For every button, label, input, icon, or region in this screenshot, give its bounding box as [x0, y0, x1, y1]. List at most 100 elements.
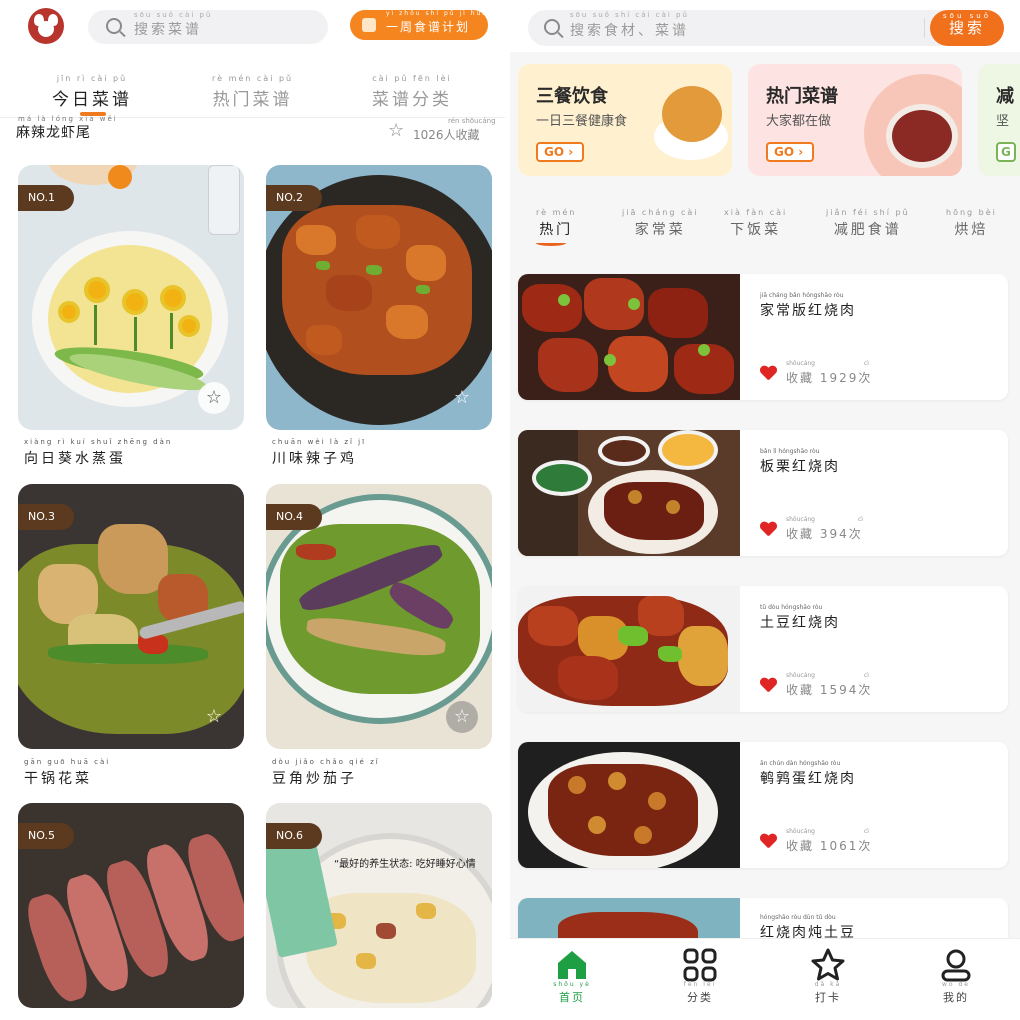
tab-label: 家常菜 — [634, 222, 686, 238]
tab-diet[interactable]: jiǎn féi shí pǔ 减肥食谱 — [826, 208, 910, 239]
tab-pinyin: cài pǔ fēn lèi — [372, 74, 452, 83]
previous-item-row[interactable]: má là lóng xiā wěi 麻辣龙虾尾 ☆ rén shōucáng … — [0, 115, 505, 148]
dish-card[interactable]: NO.2 ☆ — [266, 165, 492, 430]
tab-pinyin: jiā cháng cài — [622, 208, 699, 217]
dish-pinyin: dòu jiǎo chǎo qié zǐ — [272, 758, 380, 766]
nav-home[interactable]: shǒu yè 首页 — [542, 947, 602, 1005]
rank-badge: NO.4 — [266, 504, 322, 530]
heart-icon[interactable] — [760, 834, 776, 848]
recipe-pinyin: bǎn lì hóngshāo ròu — [760, 448, 820, 455]
recipe-image — [518, 742, 740, 868]
recipe-pinyin: tǔ dòu hóngshāo ròu — [760, 604, 823, 611]
recipe-image — [518, 274, 740, 400]
recipe-card[interactable]: bǎn lì hóngshāo ròu 板栗红烧肉 shōucáng cì 收藏… — [518, 430, 1008, 556]
go-button[interactable]: GO › — [536, 142, 584, 162]
search-input[interactable]: sōu suǒ cài pǔ 搜索菜谱 — [88, 10, 328, 44]
tab-label: 热门 — [539, 222, 574, 238]
fav-pinyin: shōucáng — [786, 672, 815, 679]
recipe-title: 土豆红烧肉 — [760, 615, 840, 631]
go-button[interactable]: G — [996, 142, 1016, 162]
rank-badge: NO.1 — [18, 185, 74, 211]
right-tab-bar: rè mén 热门 jiā cháng cài 家常菜 xià fàn cài … — [510, 200, 1020, 252]
go-button[interactable]: GO › — [766, 142, 814, 162]
nav-label: 我的 — [943, 991, 969, 1004]
nav-category[interactable]: fēn lèi 分类 — [670, 947, 730, 1005]
tab-pinyin: hōng bèi — [946, 208, 997, 217]
rank-badge: NO.5 — [18, 823, 74, 849]
dish-pinyin: chuān wèi là zǐ jī — [272, 438, 367, 446]
tab-pinyin: jiǎn féi shí pǔ — [826, 208, 910, 217]
fav-unit-pinyin: cì — [864, 828, 869, 835]
recipe-card[interactable]: ān chún dàn hóngshāo ròu 鹌鹑蛋红烧肉 shōucáng… — [518, 742, 1008, 868]
weekly-plan-label: 一周食谱计划 — [386, 20, 471, 34]
previous-count-pinyin: rén shōucáng — [448, 117, 496, 125]
promo-card-hot[interactable]: 热门菜谱 大家都在做 GO › — [748, 64, 962, 176]
heart-icon[interactable] — [760, 678, 776, 692]
dish-card[interactable]: “最好的养生状态: 吃好睡好心情 NO.6 — [266, 803, 492, 1008]
tab-baking[interactable]: hōng bèi 烘焙 — [946, 208, 997, 239]
grid-icon — [682, 947, 718, 983]
weekly-plan-button[interactable]: yì zhōu shí pǔ jì huà 一周食谱计划 — [350, 10, 488, 40]
profile-icon — [938, 947, 974, 983]
dish-name: 川味辣子鸡 — [272, 451, 357, 467]
nav-profile[interactable]: wǒ de 我的 — [926, 947, 986, 1005]
left-screen: sōu suǒ cài pǔ 搜索菜谱 yì zhōu shí pǔ jì hu… — [0, 0, 505, 1020]
tab-category[interactable]: cài pǔ fēn lèi 菜谱分类 — [372, 74, 452, 110]
meat-dish-image — [886, 104, 958, 168]
dish-name: 向日葵水蒸蛋 — [24, 451, 126, 467]
tab-hot[interactable]: rè mén 热门 — [536, 208, 576, 239]
promo-card-diet[interactable]: 减 坚 G — [978, 64, 1020, 176]
fav-unit-pinyin: cì — [864, 672, 869, 679]
search-button[interactable]: sōu suǒ 搜索 — [930, 10, 1004, 46]
dish-card[interactable]: NO.1 ☆ — [18, 165, 244, 430]
tab-label: 热门菜谱 — [212, 90, 293, 110]
tab-pinyin: jīn rì cài pǔ — [56, 74, 128, 83]
fav-unit-pinyin: cì — [858, 516, 863, 523]
fav-count: 收藏 1929次 — [786, 371, 873, 385]
nav-label: 打卡 — [815, 991, 841, 1004]
tab-today[interactable]: jīn rì cài pǔ 今日菜谱 — [52, 74, 132, 110]
favorite-star-icon[interactable]: ☆ — [198, 382, 230, 414]
tab-pinyin: xià fàn cài — [724, 208, 788, 217]
image-caption: “最好的养生状态: 吃好睡好心情 — [334, 859, 476, 870]
favorite-star-icon[interactable]: ☆ — [446, 382, 478, 414]
promo-card-meals[interactable]: 三餐饮食 一日三餐健康食 GO › — [518, 64, 732, 176]
recipe-card[interactable]: tǔ dòu hóngshāo ròu 土豆红烧肉 shōucáng cì 收藏… — [518, 586, 1008, 712]
dish-card[interactable]: NO.3 ☆ — [18, 484, 244, 749]
recipe-pinyin: ān chún dàn hóngshāo ròu — [760, 760, 841, 767]
dish-card[interactable]: NO.4 ☆ — [266, 484, 492, 749]
favorite-star-icon[interactable]: ☆ — [198, 701, 230, 733]
left-header: sōu suǒ cài pǔ 搜索菜谱 yì zhōu shí pǔ jì hu… — [0, 0, 505, 52]
fav-pinyin: shōucáng — [786, 360, 815, 367]
rank-badge: NO.6 — [266, 823, 322, 849]
recipe-image — [518, 430, 740, 556]
previous-title: 麻辣龙虾尾 — [16, 125, 91, 141]
nav-pinyin: fēn lèi — [683, 981, 717, 988]
nav-checkin[interactable]: dǎ kǎ 打卡 — [798, 947, 858, 1005]
search-button-pinyin: sōu suǒ — [943, 12, 991, 20]
star-outline-icon[interactable]: ☆ — [388, 122, 406, 140]
heart-icon[interactable] — [760, 366, 776, 380]
nav-label: 首页 — [559, 991, 585, 1004]
nav-pinyin: shǒu yè — [553, 981, 591, 988]
star-icon — [810, 947, 846, 983]
search-icon — [544, 19, 560, 35]
fav-count: 收藏 394次 — [786, 527, 863, 541]
search-placeholder-pinyin: sōu suǒ shí cái cài pǔ — [570, 11, 689, 19]
left-tab-bar: jīn rì cài pǔ 今日菜谱 rè mén cài pǔ 热门菜谱 cà… — [0, 68, 505, 118]
dish-card[interactable]: NO.5 — [18, 803, 244, 1008]
app-logo[interactable] — [28, 8, 64, 44]
fav-pinyin: shōucáng — [786, 828, 815, 835]
heart-icon[interactable] — [760, 522, 776, 536]
recipe-card[interactable]: jiā cháng bǎn hóngshāo ròu 家常版红烧肉 shōucá… — [518, 274, 1008, 400]
tab-hot[interactable]: rè mén cài pǔ 热门菜谱 — [212, 74, 293, 110]
promo-title: 三餐饮食 — [536, 86, 608, 107]
previous-fav-count: 1026人收藏 — [413, 128, 480, 142]
nav-pinyin: dǎ kǎ — [814, 981, 842, 988]
favorite-star-icon[interactable]: ☆ — [446, 701, 478, 733]
recipe-image — [518, 586, 740, 712]
home-icon — [554, 947, 590, 983]
bottom-navigation: shǒu yè 首页 fēn lèi 分类 dǎ kǎ 打卡 wǒ de 我的 — [510, 938, 1020, 1020]
tab-rice-dishes[interactable]: xià fàn cài 下饭菜 — [724, 208, 787, 239]
tab-home-cooking[interactable]: jiā cháng cài 家常菜 — [622, 208, 698, 239]
